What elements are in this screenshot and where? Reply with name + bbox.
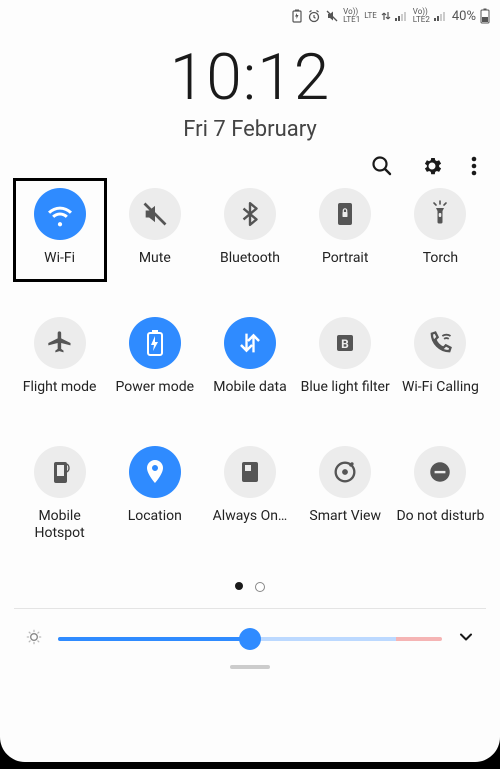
tile-label: Portrait: [322, 250, 368, 267]
battery-saver-icon: [291, 9, 303, 23]
tile-dnd[interactable]: Do not disturb: [393, 446, 488, 542]
battery-icon: [480, 8, 490, 24]
tile-label: Bluetooth: [220, 250, 280, 267]
tile-label: Blue light filter: [301, 379, 390, 396]
tile-label: Mute: [139, 250, 171, 267]
brightness-low-icon: [24, 627, 44, 651]
clock-time: 10:12: [0, 40, 500, 115]
tile-mobiledata[interactable]: Mobile data: [202, 317, 297, 396]
svg-text:B: B: [341, 337, 349, 351]
more-button[interactable]: [470, 154, 478, 182]
bluetooth-icon: [237, 201, 263, 227]
search-icon: [370, 154, 394, 178]
airplane-icon: [46, 329, 74, 357]
tile-label: Wi-Fi Calling: [402, 379, 479, 396]
tile-mute[interactable]: Mute: [107, 188, 202, 267]
mute-status-icon: [325, 9, 339, 23]
tile-label: Power mode: [116, 379, 194, 396]
portrait-lock-icon: [333, 200, 357, 228]
mute-icon: [141, 200, 169, 228]
torch-icon: [427, 199, 453, 229]
tile-location[interactable]: Location: [107, 446, 202, 542]
bluelight-icon: B: [333, 331, 357, 355]
alarm-icon: [307, 9, 321, 23]
brightness-expand-button[interactable]: [456, 627, 476, 651]
tile-label: Location: [128, 508, 182, 525]
tile-label: Mobile Hotspot: [15, 508, 105, 542]
wifi-calling-icon: [426, 329, 454, 357]
clock-date: Fri 7 February: [0, 117, 500, 142]
smart-view-icon: [331, 458, 359, 486]
tile-label: Always On…: [213, 508, 288, 525]
tile-label: Torch: [423, 250, 458, 267]
tile-label: Do not disturb: [396, 508, 484, 525]
tile-bluelight[interactable]: B Blue light filter: [298, 317, 393, 396]
page-dot-0[interactable]: [235, 582, 243, 590]
tile-wifi[interactable]: Wi-Fi: [12, 188, 107, 267]
brightness-thumb[interactable]: [239, 628, 261, 650]
settings-button[interactable]: [420, 154, 444, 182]
lte-label: LTE: [364, 12, 377, 20]
chevron-down-icon: [456, 627, 476, 647]
volte2-label: Vo))LTE2: [413, 8, 430, 24]
tile-smartview[interactable]: Smart View: [298, 446, 393, 542]
tile-hotspot[interactable]: Mobile Hotspot: [12, 446, 107, 542]
panel-actions: [0, 142, 500, 182]
brightness-row: [0, 609, 500, 651]
tile-label: Mobile data: [213, 379, 286, 396]
signal2-icon: [434, 10, 448, 22]
power-mode-icon: [142, 328, 168, 358]
tile-portrait[interactable]: Portrait: [298, 188, 393, 267]
search-button[interactable]: [370, 154, 394, 182]
tile-power[interactable]: Power mode: [107, 317, 202, 396]
tile-label: Flight mode: [23, 379, 97, 396]
location-icon: [143, 457, 167, 487]
tile-label: Smart View: [309, 508, 381, 525]
status-bar: Vo))LTE1 LTE Vo))LTE2 40%: [0, 0, 500, 28]
battery-percent: 40%: [452, 9, 476, 24]
tile-bluetooth[interactable]: Bluetooth: [202, 188, 297, 267]
dnd-icon: [427, 459, 453, 485]
mobile-data-icon: [236, 329, 264, 357]
hotspot-icon: [48, 458, 72, 486]
panel-drag-handle[interactable]: [230, 665, 270, 669]
signal1-icon: [395, 10, 409, 22]
tile-torch[interactable]: Torch: [393, 188, 488, 267]
quick-settings-panel: Vo))LTE1 LTE Vo))LTE2 40% 10:12 Fri 7 Fe…: [0, 0, 500, 762]
gear-icon: [420, 154, 444, 178]
volte1-label: Vo))LTE1: [343, 8, 360, 24]
quick-tiles-grid: Wi-Fi Mute Bluetooth Portrait Torch Flig…: [0, 182, 500, 542]
tile-alwayson[interactable]: Always On…: [202, 446, 297, 542]
tile-flight[interactable]: Flight mode: [12, 317, 107, 396]
data-arrows-icon: [381, 10, 391, 22]
wifi-selection-box: [13, 178, 107, 282]
page-dot-1[interactable]: [255, 582, 265, 592]
always-on-icon: [239, 459, 261, 485]
brightness-slider[interactable]: [58, 637, 442, 641]
more-icon: [470, 154, 478, 178]
tile-wificalling[interactable]: Wi-Fi Calling: [393, 317, 488, 396]
page-indicator: [0, 582, 500, 592]
